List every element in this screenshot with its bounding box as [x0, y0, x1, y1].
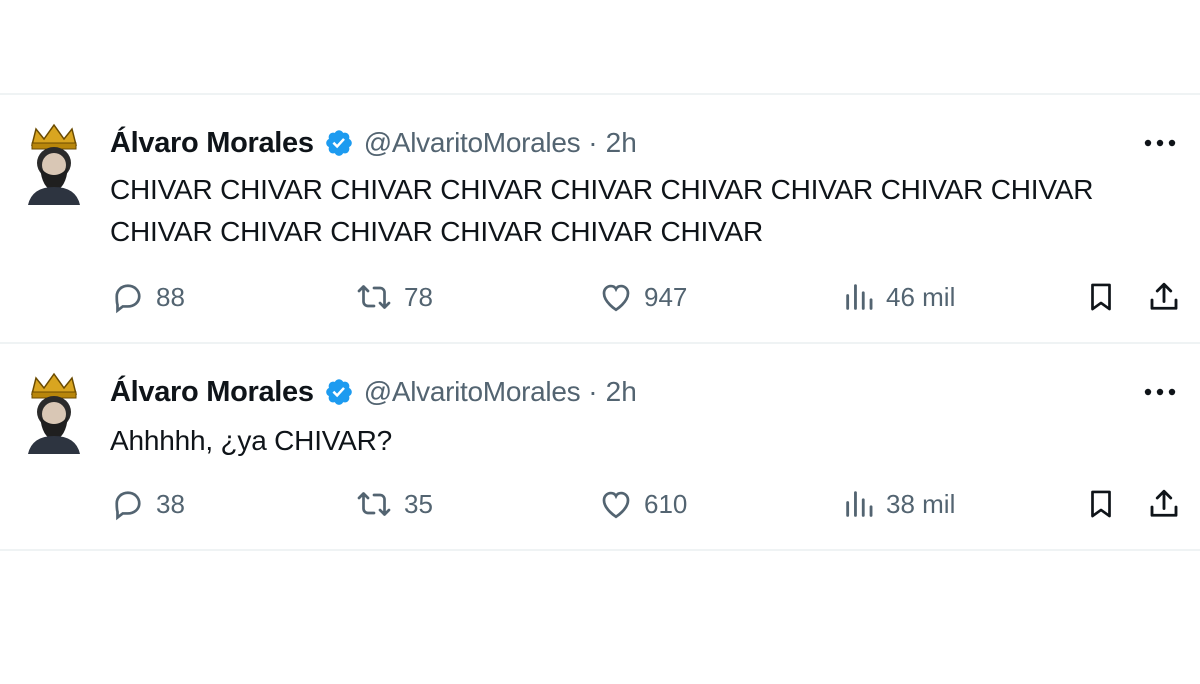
tweet-feed: Álvaro Morales @AlvaritoMorales · 2h CHI…: [0, 0, 1200, 684]
like-button[interactable]: 610: [598, 484, 687, 524]
reply-button[interactable]: 88: [110, 277, 185, 317]
author-name[interactable]: Álvaro Morales: [110, 376, 314, 409]
heart-icon: [598, 279, 634, 315]
views-count: 38 mil: [886, 488, 956, 519]
feed-top-area: [0, 0, 1200, 95]
verified-badge-icon: [324, 128, 354, 158]
retweet-icon: [354, 279, 394, 315]
share-icon: [1146, 486, 1182, 522]
bookmark-button[interactable]: [1084, 484, 1118, 524]
like-button[interactable]: 947: [598, 277, 687, 317]
separator-dot: ·: [588, 376, 598, 407]
reply-count: 38: [156, 488, 185, 519]
like-count: 610: [644, 488, 688, 519]
share-icon: [1146, 279, 1182, 315]
author-handle[interactable]: @AlvaritoMorales: [364, 376, 581, 408]
retweet-icon: [354, 486, 394, 522]
tweet-time[interactable]: 2h: [606, 376, 637, 408]
bookmark-icon: [1084, 279, 1118, 315]
more-options-icon[interactable]: [1140, 377, 1180, 407]
tweet-time[interactable]: 2h: [606, 127, 637, 159]
avatar[interactable]: [22, 123, 86, 205]
verified-badge-icon: [324, 377, 354, 407]
more-options-icon[interactable]: [1140, 128, 1180, 158]
separator-dot: ·: [588, 127, 598, 158]
retweet-button[interactable]: 35: [354, 484, 433, 524]
tweet-card[interactable]: Álvaro Morales @AlvaritoMorales · 2h Ahh…: [0, 344, 1200, 550]
feed-bottom-area: [0, 551, 1200, 684]
author-handle[interactable]: @AlvaritoMorales: [364, 127, 581, 159]
avatar[interactable]: [22, 372, 86, 454]
tweet-actions: 38 35 610 38 mil: [110, 484, 1190, 524]
reply-count: 88: [156, 281, 185, 312]
views-count: 46 mil: [886, 281, 956, 312]
tweet-text: Ahhhhh, ¿ya CHIVAR?: [110, 425, 393, 456]
reply-icon: [110, 279, 146, 315]
reply-icon: [110, 486, 146, 522]
bookmark-button[interactable]: [1084, 277, 1118, 317]
retweet-button[interactable]: 78: [354, 277, 433, 317]
tweet-card[interactable]: Álvaro Morales @AlvaritoMorales · 2h CHI…: [0, 95, 1200, 343]
retweet-count: 35: [404, 488, 433, 519]
tweet-actions: 88 78 947 46 mil: [110, 277, 1190, 317]
reply-button[interactable]: 38: [110, 484, 185, 524]
author-name[interactable]: Álvaro Morales: [110, 127, 314, 160]
share-button[interactable]: [1146, 484, 1182, 524]
tweet-header: Álvaro Morales @AlvaritoMorales · 2h: [110, 123, 637, 163]
bookmark-icon: [1084, 486, 1118, 522]
tweet-header: Álvaro Morales @AlvaritoMorales · 2h: [110, 372, 637, 412]
retweet-count: 78: [404, 281, 433, 312]
views-button[interactable]: 38 mil: [842, 484, 955, 524]
share-button[interactable]: [1146, 277, 1182, 317]
heart-icon: [598, 486, 634, 522]
tweet-text: CHIVAR CHIVAR CHIVAR CHIVAR CHIVAR CHIVA…: [110, 174, 1094, 247]
views-icon: [842, 486, 876, 522]
views-icon: [842, 279, 876, 315]
like-count: 947: [644, 281, 688, 312]
views-button[interactable]: 46 mil: [842, 277, 955, 317]
